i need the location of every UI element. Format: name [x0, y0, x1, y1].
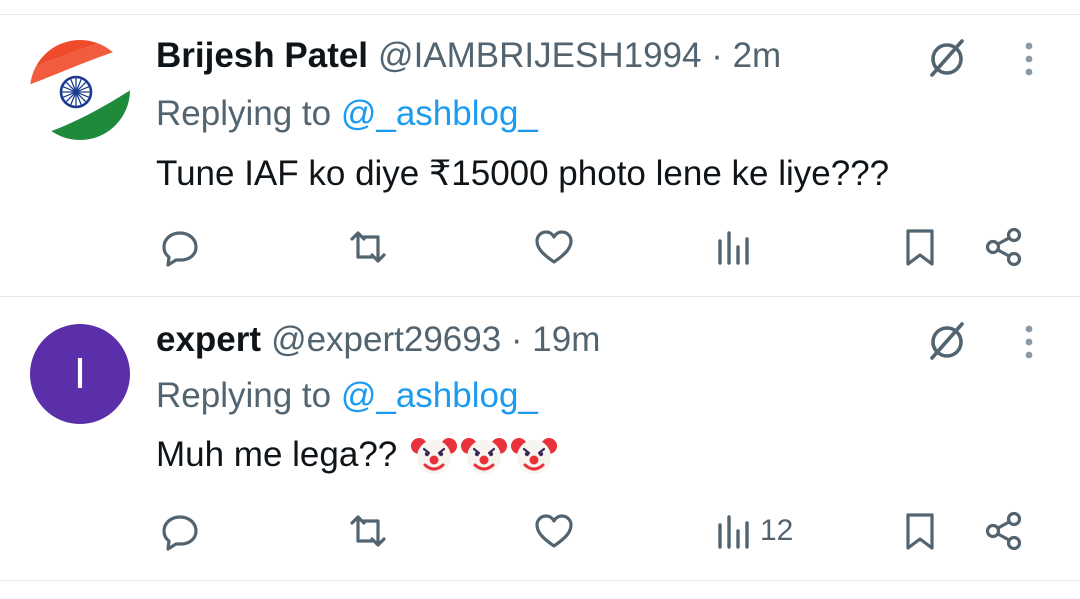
- grok-icon[interactable]: [924, 318, 970, 364]
- tweet-actions: 12: [0, 506, 1080, 556]
- reply-button[interactable]: [158, 506, 202, 556]
- retweet-icon: [350, 231, 386, 263]
- india-flag-avatar-icon: [30, 40, 130, 140]
- share-button[interactable]: [982, 506, 1026, 556]
- reply-button[interactable]: [158, 222, 202, 272]
- more-icon[interactable]: [1016, 35, 1042, 85]
- bookmark-button[interactable]: [898, 222, 942, 272]
- divider-bottom: [0, 580, 1080, 581]
- bookmark-button[interactable]: [898, 506, 942, 556]
- author-handle-time[interactable]: @IAMBRIJESH1994 · 2m: [378, 36, 781, 76]
- reply-icon: [162, 231, 198, 267]
- reply-icon: [162, 515, 198, 551]
- tweet-actions: [0, 222, 1080, 272]
- tweet-reply-2[interactable]: I expert @expert29693 · 19m Replying to …: [0, 296, 1080, 580]
- author-name[interactable]: expert: [156, 320, 261, 360]
- avatar-expert[interactable]: I: [30, 324, 130, 424]
- tweet-reply-1[interactable]: Brijesh Patel @IAMBRIJESH1994 · 2m Reply…: [0, 0, 1080, 296]
- tweet-header: expert @expert29693 · 19m: [156, 320, 600, 360]
- tweet-text-content: Muh me lega??: [156, 435, 398, 474]
- views-button[interactable]: [712, 222, 760, 272]
- tweet-text: Tune IAF ko diye ₹15000 photo lene ke li…: [156, 154, 890, 193]
- replying-to: Replying to @_ashblog_: [156, 376, 538, 416]
- more-icon[interactable]: [1016, 318, 1042, 368]
- views-count: 12: [760, 514, 794, 547]
- author-handle-time[interactable]: @expert29693 · 19m: [271, 320, 600, 360]
- retweet-icon: [350, 515, 386, 547]
- replying-to: Replying to @_ashblog_: [156, 94, 538, 134]
- bookmark-icon: [906, 229, 934, 266]
- share-icon: [985, 227, 1022, 267]
- like-button[interactable]: [532, 506, 576, 556]
- views-icon: [718, 231, 749, 265]
- like-icon: [535, 230, 573, 264]
- clown-emoji-icon: [461, 438, 508, 474]
- replying-prefix: Replying to: [156, 94, 341, 133]
- share-icon: [985, 511, 1022, 551]
- tweet-text: Muh me lega??: [156, 432, 558, 478]
- like-icon: [535, 514, 573, 548]
- views-icon: [718, 515, 749, 549]
- replying-to-link[interactable]: @_ashblog_: [341, 94, 538, 133]
- grok-icon[interactable]: [924, 35, 970, 81]
- retweet-button[interactable]: [346, 222, 390, 272]
- clown-emoji-icon: [411, 438, 458, 474]
- like-button[interactable]: [532, 222, 576, 272]
- replying-to-link[interactable]: @_ashblog_: [341, 376, 538, 415]
- tweet-header: Brijesh Patel @IAMBRIJESH1994 · 2m: [156, 36, 781, 76]
- retweet-button[interactable]: [346, 506, 390, 556]
- views-button[interactable]: 12: [712, 506, 793, 556]
- avatar-brijesh-patel[interactable]: [30, 40, 130, 140]
- share-button[interactable]: [982, 222, 1026, 272]
- clown-emoji-icon: [511, 438, 558, 474]
- replying-prefix: Replying to: [156, 376, 341, 415]
- author-name[interactable]: Brijesh Patel: [156, 36, 368, 76]
- bookmark-icon: [906, 513, 934, 550]
- avatar-letter: I: [73, 349, 87, 398]
